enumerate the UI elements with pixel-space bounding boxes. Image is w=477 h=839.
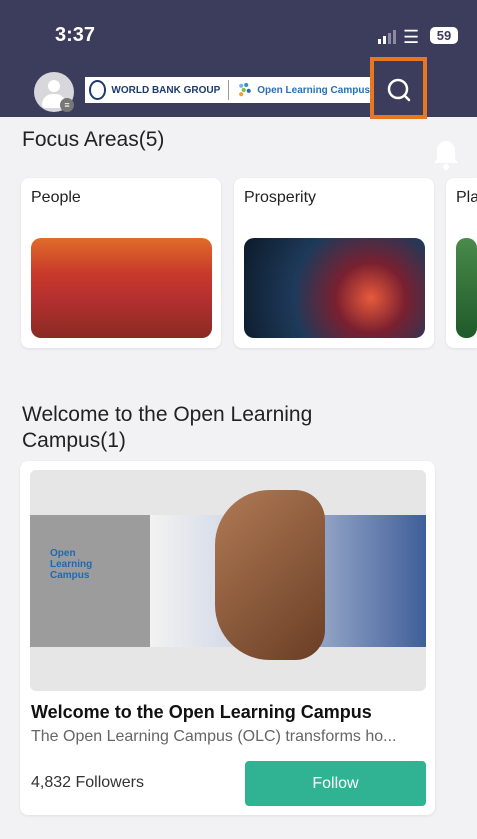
bell-icon[interactable] (432, 139, 460, 171)
focus-card-planet[interactable]: Pla (446, 178, 477, 348)
world-bank-globe-icon (89, 80, 107, 100)
focus-card-prosperity[interactable]: Prosperity (234, 178, 434, 348)
menu-icon: ≡ (60, 98, 74, 112)
status-time: 3:37 (55, 24, 96, 46)
course-card[interactable]: Open Learning Campus Welcome to the Open… (20, 461, 435, 815)
logo-olc-text: Open Learning Campus (257, 84, 370, 96)
focus-card-people[interactable]: People (21, 178, 221, 348)
logo-divider (228, 80, 230, 100)
battery-icon: 59 (430, 27, 458, 44)
status-bar: 3:37 ☰ 59 (0, 0, 477, 65)
follow-button[interactable]: Follow (245, 761, 426, 806)
welcome-section-title: Welcome to the Open Learning Campus(1) (22, 403, 313, 452)
logo-world-bank-text: WORLD BANK GROUP (111, 84, 221, 96)
course-image: Open Learning Campus (30, 470, 426, 691)
focus-areas-title: Focus Areas(5) (22, 128, 165, 151)
course-description: The Open Learning Campus (OLC) transform… (31, 728, 397, 745)
avatar[interactable]: ≡ (34, 72, 74, 112)
search-button[interactable] (370, 57, 427, 119)
followers-count: 4,832 Followers (31, 774, 144, 791)
focus-card-label: People (31, 189, 81, 206)
avatar-head-icon (48, 80, 60, 92)
prosperity-image (244, 238, 425, 338)
cellular-signal-icon (378, 30, 396, 44)
focus-card-label: Pla (456, 189, 477, 206)
planet-image (456, 238, 477, 338)
search-icon (387, 78, 411, 102)
olc-banner-gray (30, 515, 150, 647)
app-logo: WORLD BANK GROUP Open Learning Campus (85, 77, 370, 103)
olc-logo-icon (239, 82, 251, 97)
wifi-icon: ☰ (403, 27, 420, 47)
people-image (31, 238, 212, 338)
focus-card-label: Prosperity (244, 189, 317, 206)
course-title: Welcome to the Open Learning Campus (31, 702, 372, 722)
olc-image-text: Open Learning Campus (50, 548, 93, 581)
person-silhouette (215, 490, 325, 660)
